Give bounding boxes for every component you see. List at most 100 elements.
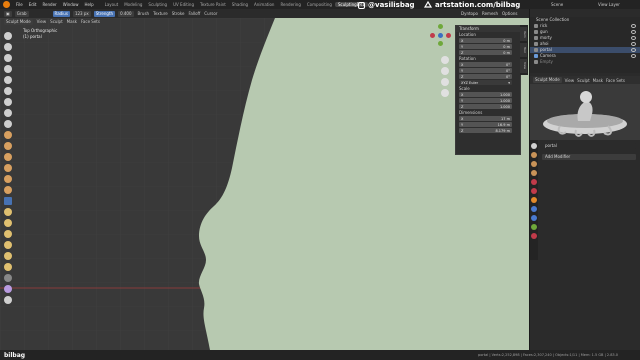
workspace-tab-animation[interactable]: Animation bbox=[251, 2, 277, 7]
view-layer-tab-icon[interactable] bbox=[531, 170, 537, 176]
brush-selector[interactable]: Grab bbox=[14, 10, 29, 17]
brush-menu[interactable]: Brush bbox=[138, 11, 150, 16]
mode-icon[interactable]: ▣ bbox=[4, 10, 12, 17]
gizmo-z-axis-icon[interactable] bbox=[438, 33, 443, 38]
tab-item[interactable]: Item bbox=[520, 27, 527, 41]
workspace-tab-compositing[interactable]: Compositing bbox=[304, 2, 335, 7]
annotate-icon[interactable] bbox=[4, 296, 12, 304]
box-mask-icon[interactable] bbox=[4, 285, 12, 293]
render-tab-icon[interactable] bbox=[531, 152, 537, 158]
output-tab-icon[interactable] bbox=[531, 161, 537, 167]
scale-x-field[interactable]: X 1.000 bbox=[459, 92, 512, 97]
scale-y-field[interactable]: Y 1.000 bbox=[459, 98, 512, 103]
menu-help[interactable]: Help bbox=[82, 2, 95, 7]
menu-edit[interactable]: Edit bbox=[27, 2, 39, 7]
visibility-eye-icon[interactable] bbox=[631, 48, 636, 52]
menu-render[interactable]: Render bbox=[40, 2, 58, 7]
rotation-z-field[interactable]: Z 0° bbox=[459, 74, 512, 79]
radius-field[interactable]: 123 px bbox=[72, 10, 91, 17]
visibility-eye-icon[interactable] bbox=[631, 30, 636, 34]
gizmo-y-axis-icon[interactable] bbox=[438, 24, 443, 29]
tab-view[interactable]: View bbox=[520, 59, 527, 73]
layer-brush-icon[interactable] bbox=[4, 87, 12, 95]
preview-view-menu[interactable]: View bbox=[565, 78, 575, 83]
tab-tool[interactable]: Tool bbox=[520, 43, 527, 57]
options-menu[interactable]: Options bbox=[502, 11, 517, 16]
tool-tab-icon[interactable] bbox=[531, 143, 537, 149]
dimensions-z-field[interactable]: Z 8.179 m bbox=[459, 128, 512, 133]
world-tab-icon[interactable] bbox=[531, 188, 537, 194]
view-menu[interactable]: View bbox=[37, 19, 47, 24]
visibility-eye-icon[interactable] bbox=[631, 36, 636, 40]
preview-mask-menu[interactable]: Mask bbox=[593, 78, 603, 83]
navigation-gizmo[interactable] bbox=[430, 24, 452, 46]
smooth-brush-icon[interactable] bbox=[4, 131, 12, 139]
strength-label[interactable]: Strength bbox=[93, 10, 116, 17]
face-sets-menu[interactable]: Face Sets bbox=[81, 19, 100, 24]
pinch-brush-icon[interactable] bbox=[4, 186, 12, 194]
clay-strips-brush-icon[interactable] bbox=[4, 65, 12, 73]
visibility-eye-icon[interactable] bbox=[631, 42, 636, 46]
rotation-y-field[interactable]: Y 0° bbox=[459, 68, 512, 73]
snake-hook-brush-icon[interactable] bbox=[4, 219, 12, 227]
inflate-brush-icon[interactable] bbox=[4, 98, 12, 106]
cursor-menu[interactable]: Cursor bbox=[204, 11, 217, 16]
add-modifier-button[interactable]: Add Modifier bbox=[542, 154, 636, 160]
rotate-brush-icon[interactable] bbox=[4, 263, 12, 271]
menu-file[interactable]: File bbox=[14, 2, 25, 7]
flatten-brush-icon[interactable] bbox=[4, 142, 12, 150]
thumb-brush-icon[interactable] bbox=[4, 230, 12, 238]
zoom-icon[interactable] bbox=[441, 56, 449, 64]
texture-menu[interactable]: Texture bbox=[153, 11, 168, 16]
3d-viewport[interactable]: Sculpt Mode View Sculpt Mask Face Sets T… bbox=[0, 18, 529, 350]
location-z-field[interactable]: Z0 m bbox=[459, 50, 512, 55]
camera-view-icon[interactable] bbox=[441, 78, 449, 86]
preview-viewport[interactable] bbox=[530, 84, 640, 140]
workspace-tab-layout[interactable]: Layout bbox=[102, 2, 122, 7]
draw-brush-icon[interactable] bbox=[4, 32, 12, 40]
view-layer-selector[interactable]: View Layer bbox=[598, 2, 620, 7]
multiplane-scrape-brush-icon[interactable] bbox=[4, 175, 12, 183]
location-x-field[interactable]: X0 m bbox=[459, 38, 512, 43]
workspace-tab-sculpting[interactable]: Sculpting bbox=[145, 2, 170, 7]
workspace-tab-modeling[interactable]: Modeling bbox=[121, 2, 145, 7]
mode-dropdown[interactable]: Sculpt Mode bbox=[4, 18, 33, 25]
material-tab-icon[interactable] bbox=[531, 233, 537, 239]
scrape-brush-icon[interactable] bbox=[4, 164, 12, 172]
sculpt-menu[interactable]: Sculpt bbox=[50, 19, 63, 24]
menu-window[interactable]: Window bbox=[61, 2, 81, 7]
object-name-field[interactable]: portal bbox=[542, 143, 636, 149]
visibility-eye-icon[interactable] bbox=[631, 24, 636, 28]
clay-thumb-brush-icon[interactable] bbox=[4, 76, 12, 84]
location-y-field[interactable]: Y0 m bbox=[459, 44, 512, 49]
crease-brush-icon[interactable] bbox=[4, 120, 12, 128]
data-tab-icon[interactable] bbox=[531, 224, 537, 230]
preview-sculpt-menu[interactable]: Sculpt bbox=[577, 78, 590, 83]
rotation-mode-dropdown[interactable]: XYZ Euler ▾ bbox=[459, 80, 512, 85]
preview-face-sets-menu[interactable]: Face Sets bbox=[606, 78, 625, 83]
rotation-x-field[interactable]: X 0° bbox=[459, 62, 512, 67]
workspace-tab-uv-editing[interactable]: UV Editing bbox=[170, 2, 197, 7]
strength-field[interactable]: 0.400 bbox=[118, 10, 134, 17]
gizmo-x-axis-icon[interactable] bbox=[430, 33, 435, 38]
workspace-tab-rendering[interactable]: Rendering bbox=[277, 2, 303, 7]
perspective-toggle-icon[interactable] bbox=[441, 89, 449, 97]
pose-brush-icon[interactable] bbox=[4, 241, 12, 249]
workspace-tab-texture-paint[interactable]: Texture Paint bbox=[197, 2, 229, 7]
scene-selector[interactable]: Scene bbox=[551, 2, 563, 7]
pan-hand-icon[interactable] bbox=[441, 67, 449, 75]
modifier-tab-icon[interactable] bbox=[531, 206, 537, 212]
elastic-deform-brush-icon[interactable] bbox=[4, 208, 12, 216]
radius-label[interactable]: Radius bbox=[52, 10, 70, 17]
physics-tab-icon[interactable] bbox=[531, 215, 537, 221]
scene-tab-icon[interactable] bbox=[531, 179, 537, 185]
dyntopo-menu[interactable]: Dyntopo bbox=[461, 11, 478, 16]
fill-brush-icon[interactable] bbox=[4, 153, 12, 161]
draw-sharp-brush-icon[interactable] bbox=[4, 43, 12, 51]
workspace-tab-shading[interactable]: Shading bbox=[229, 2, 251, 7]
falloff-menu[interactable]: Falloff bbox=[188, 11, 200, 16]
object-tab-icon[interactable] bbox=[531, 197, 537, 203]
visibility-eye-icon[interactable] bbox=[631, 54, 636, 58]
blob-brush-icon[interactable] bbox=[4, 109, 12, 117]
scale-z-field[interactable]: Z 1.000 bbox=[459, 104, 512, 109]
